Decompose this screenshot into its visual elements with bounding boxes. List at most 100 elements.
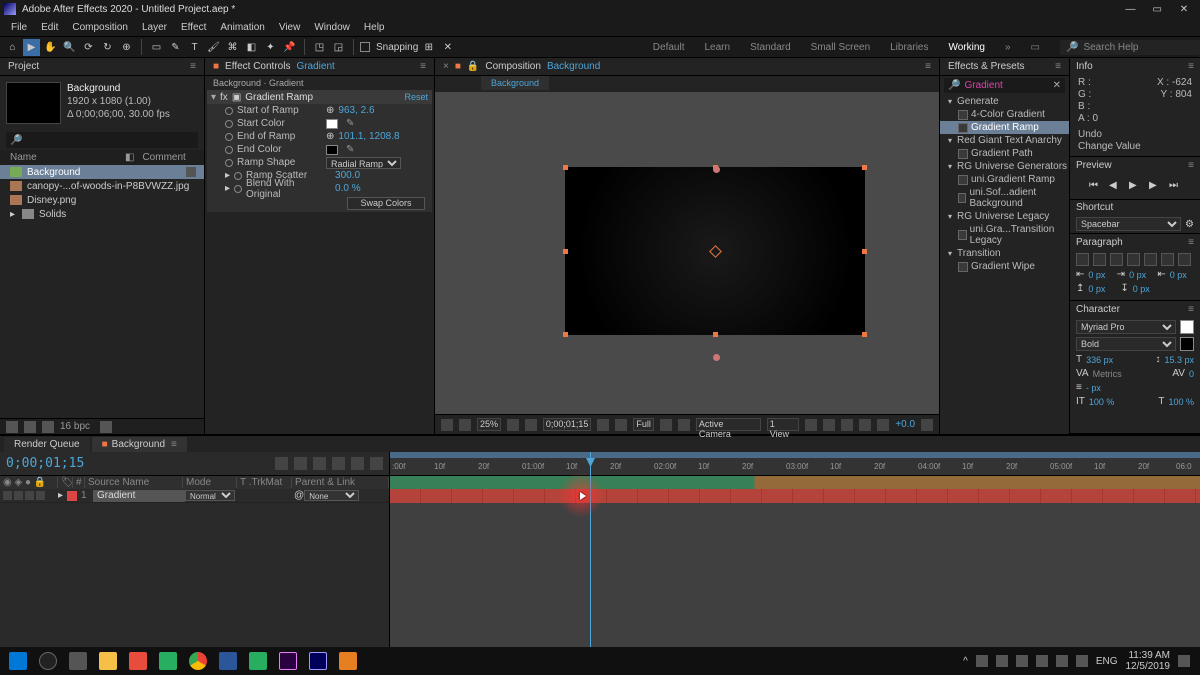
vscale[interactable]: 100 % [1089,397,1115,407]
ep-item[interactable]: uni.Sof...adient Background [940,186,1069,210]
composition-menu-icon[interactable]: ≡ [925,61,931,72]
tab-render-queue[interactable]: Render Queue [4,437,90,452]
ep-cat[interactable]: Generate [940,95,1069,108]
app4-icon[interactable] [334,649,362,673]
comp-flow-icon[interactable] [859,419,871,431]
menu-edit[interactable]: Edit [34,22,65,33]
hscale[interactable]: 100 % [1168,397,1194,407]
project-item-disney[interactable]: Disney.png [0,193,204,207]
timeline-tracks[interactable]: :00f 10f 20f 01:00f 10f 20f 02:00f 10f 2… [390,452,1200,667]
alpha-icon[interactable] [441,419,453,431]
handle-bl[interactable] [563,332,568,337]
zoom-tool-icon[interactable]: 🔍 [61,39,78,56]
tray-wifi-icon[interactable] [1056,655,1068,667]
character-tab[interactable]: Character [1076,304,1120,315]
stopwatch-icon[interactable] [234,172,242,180]
taskview-icon[interactable] [64,649,92,673]
effect-control-point[interactable] [713,166,720,173]
eraser-tool-icon[interactable]: ◧ [243,39,260,56]
font-select[interactable]: Myriad Pro [1076,320,1176,334]
start-button[interactable] [4,649,32,673]
menu-layer[interactable]: Layer [135,22,174,33]
justify-last-center-icon[interactable] [1144,253,1157,266]
align-left-icon[interactable] [1076,253,1089,266]
ep-item[interactable]: uni.Gra...Transition Legacy [940,223,1069,247]
menu-composition[interactable]: Composition [65,22,135,33]
res-select[interactable]: Full [633,418,654,431]
menu-animation[interactable]: Animation [213,22,271,33]
view-select[interactable]: 1 View [767,418,800,431]
col-parent[interactable]: Parent & Link [292,477,389,488]
shortcut-gear-icon[interactable]: ⚙ [1185,219,1194,230]
orbit-tool-icon[interactable]: ⟳ [80,39,97,56]
clone-tool-icon[interactable]: ⌘ [224,39,241,56]
tray-clock[interactable]: 11:39 AM 12/5/2019 [1126,650,1171,672]
color-swatch[interactable] [326,145,338,155]
workspace-default[interactable]: Default [653,42,685,53]
explorer-icon[interactable] [94,649,122,673]
timeline-timecode[interactable]: 0;00;01;15 [6,456,84,471]
parent-pick-icon[interactable]: @ [294,490,304,501]
ep-item[interactable]: Gradient Path [940,147,1069,160]
new-folder-icon[interactable] [24,421,36,433]
anchor-tool-icon[interactable]: ⊕ [118,39,135,56]
fx-header[interactable]: ▾fx▣ Gradient Ramp Reset [207,90,432,104]
trash-icon[interactable] [100,421,112,433]
handle-ml[interactable] [563,249,568,254]
tray-volume-icon[interactable] [1076,655,1088,667]
menu-window[interactable]: Window [307,22,357,33]
snapping-checkbox[interactable] [360,42,370,52]
menu-file[interactable]: File [4,22,34,33]
reset-exp-icon[interactable] [877,419,889,431]
handle-tl[interactable] [563,165,568,170]
transp-icon[interactable] [678,419,690,431]
project-search[interactable]: 🔎 [6,132,198,148]
parent-select[interactable]: None [304,490,359,501]
workspace-working[interactable]: Working [948,42,985,53]
workspace-small[interactable]: Small Screen [811,42,870,53]
exposure-value[interactable]: +0.0 [895,419,915,430]
first-frame-icon[interactable]: ⏮ [1089,180,1101,192]
align-right-icon[interactable] [1110,253,1123,266]
cortana-icon[interactable] [34,649,62,673]
ep-search[interactable]: 🔎Gradient✕ [944,78,1065,93]
menu-help[interactable]: Help [357,22,392,33]
stopwatch-icon[interactable] [234,185,242,193]
hand-tool-icon[interactable]: ✋ [42,39,59,56]
timecode-display[interactable]: 0;00;01;15 [543,418,592,431]
roto-tool-icon[interactable]: ✦ [262,39,279,56]
workspace-libraries[interactable]: Libraries [890,42,928,53]
snap-opt2-icon[interactable]: ✕ [439,39,456,56]
composition-frame[interactable] [565,167,865,335]
handle-tr[interactable] [862,165,867,170]
stopwatch-icon[interactable] [225,120,233,128]
video-toggle-icon[interactable] [3,491,12,500]
tl-search-icon[interactable] [275,457,288,470]
play-icon[interactable]: ▶ [1129,180,1141,192]
tray-onedrive-icon[interactable] [976,655,988,667]
stroke-swatch[interactable] [1180,337,1194,351]
tl-motion-blur-icon[interactable] [351,457,364,470]
ep-item[interactable]: Gradient Wipe [940,260,1069,273]
layer-color-icon[interactable] [67,491,77,501]
rect-tool-icon[interactable]: ▭ [148,39,165,56]
search-help-field[interactable]: 🔎 Search Help [1060,40,1200,55]
ep-menu-icon[interactable]: ≡ [1055,61,1061,72]
roi-icon[interactable] [660,419,672,431]
ep-item[interactable]: Gradient Ramp [940,121,1069,134]
prop-blend[interactable]: ▸Blend With Original0.0 % [207,182,432,195]
character-menu-icon[interactable]: ≡ [1188,304,1194,315]
info-menu-icon[interactable]: ≡ [1188,61,1194,72]
tl-frame-blend-icon[interactable] [332,457,345,470]
ep-item[interactable]: uni.Gradient Ramp [940,173,1069,186]
snap-opt1-icon[interactable]: ⊞ [420,39,437,56]
stroke-width[interactable]: - px [1086,383,1101,393]
fx-reset[interactable]: Reset [404,92,428,102]
stopwatch-icon[interactable] [225,107,233,115]
align-center-icon[interactable] [1093,253,1106,266]
ep-cat[interactable]: Red Giant Text Anarchy [940,134,1069,147]
selection-tool-icon[interactable]: ▶ [23,39,40,56]
kerning[interactable]: Metrics [1093,369,1122,379]
rotate-tool-icon[interactable]: ↻ [99,39,116,56]
ep-cat[interactable]: RG Universe Legacy [940,210,1069,223]
